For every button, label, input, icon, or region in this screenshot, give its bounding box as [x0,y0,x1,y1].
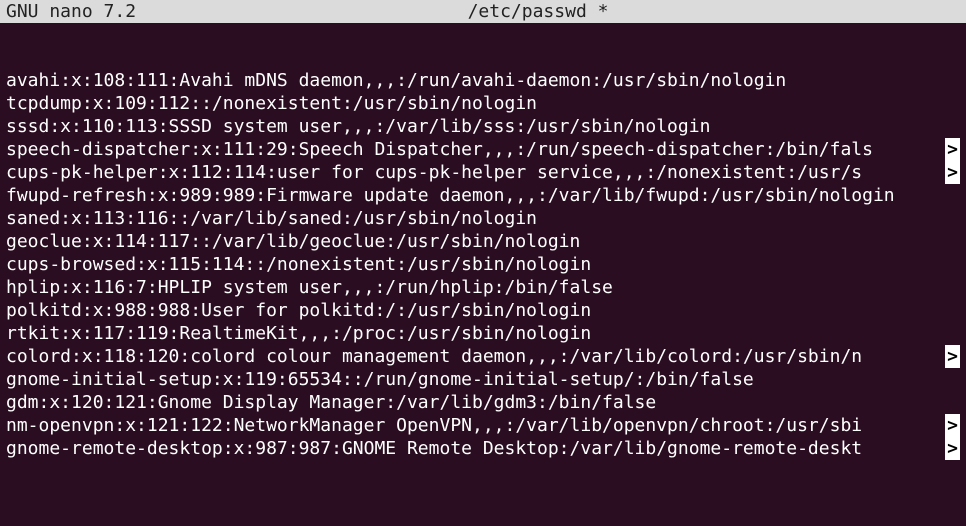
file-line: avahi:x:108:111:Avahi mDNS daemon,,,:/ru… [6,69,960,92]
titlebar: GNU nano 7.2 /etc/passwd * [0,0,966,23]
file-name: /etc/passwd * [136,0,940,23]
file-line: rtkit:x:117:119:RealtimeKit,,,:/proc:/us… [6,322,960,345]
file-line: hplip:x:116:7:HPLIP system user,,,:/run/… [6,276,960,299]
continuation-marker: > [945,414,960,437]
line-text: geoclue:x:114:117::/var/lib/geoclue:/usr… [6,230,580,253]
file-line: speech-dispatcher:x:111:29:Speech Dispat… [6,138,960,161]
line-text: polkitd:x:988:988:User for polkitd:/:/us… [6,299,591,322]
file-line: polkitd:x:988:988:User for polkitd:/:/us… [6,299,960,322]
file-line: gdm:x:120:121:Gnome Display Manager:/var… [6,391,960,414]
line-text: saned:x:113:116::/var/lib/saned:/usr/sbi… [6,207,537,230]
file-line: geoclue:x:114:117::/var/lib/geoclue:/usr… [6,230,960,253]
line-text: cups-browsed:x:115:114::/nonexistent:/us… [6,253,591,276]
file-line: sssd:x:110:113:SSSD system user,,,:/var/… [6,115,960,138]
file-line: nm-openvpn:x:121:122:NetworkManager Open… [6,414,960,437]
line-text: fwupd-refresh:x:989:989:Firmware update … [6,184,895,207]
line-text: nm-openvpn:x:121:122:NetworkManager Open… [6,414,862,437]
continuation-marker: > [945,437,960,460]
file-line: saned:x:113:116::/var/lib/saned:/usr/sbi… [6,207,960,230]
line-text: cups-pk-helper:x:112:114:user for cups-p… [6,161,862,184]
continuation-marker: > [945,345,960,368]
file-line: gnome-remote-desktop:x:987:987:GNOME Rem… [6,437,960,460]
titlebar-right-pad [940,0,960,23]
line-text: sssd:x:110:113:SSSD system user,,,:/var/… [6,115,710,138]
file-line: fwupd-refresh:x:989:989:Firmware update … [6,184,960,207]
line-text: gdm:x:120:121:Gnome Display Manager:/var… [6,391,656,414]
file-line: cups-browsed:x:115:114::/nonexistent:/us… [6,253,960,276]
file-line: gnome-initial-setup:x:119:65534::/run/gn… [6,368,960,391]
line-text: gnome-remote-desktop:x:987:987:GNOME Rem… [6,437,862,460]
editor-area[interactable]: avahi:x:108:111:Avahi mDNS daemon,,,:/ru… [0,23,966,526]
line-text: gnome-initial-setup:x:119:65534::/run/gn… [6,368,754,391]
file-line: colord:x:118:120:colord colour managemen… [6,345,960,368]
line-text: speech-dispatcher:x:111:29:Speech Dispat… [6,138,873,161]
file-line: tcpdump:x:109:112::/nonexistent:/usr/sbi… [6,92,960,115]
line-text: avahi:x:108:111:Avahi mDNS daemon,,,:/ru… [6,69,786,92]
line-text: rtkit:x:117:119:RealtimeKit,,,:/proc:/us… [6,322,591,345]
line-text: hplip:x:116:7:HPLIP system user,,,:/run/… [6,276,613,299]
app-name: GNU nano 7.2 [6,0,136,23]
line-text: colord:x:118:120:colord colour managemen… [6,345,862,368]
line-text: tcpdump:x:109:112::/nonexistent:/usr/sbi… [6,92,537,115]
continuation-marker: > [945,161,960,184]
continuation-marker: > [945,138,960,161]
file-line: cups-pk-helper:x:112:114:user for cups-p… [6,161,960,184]
